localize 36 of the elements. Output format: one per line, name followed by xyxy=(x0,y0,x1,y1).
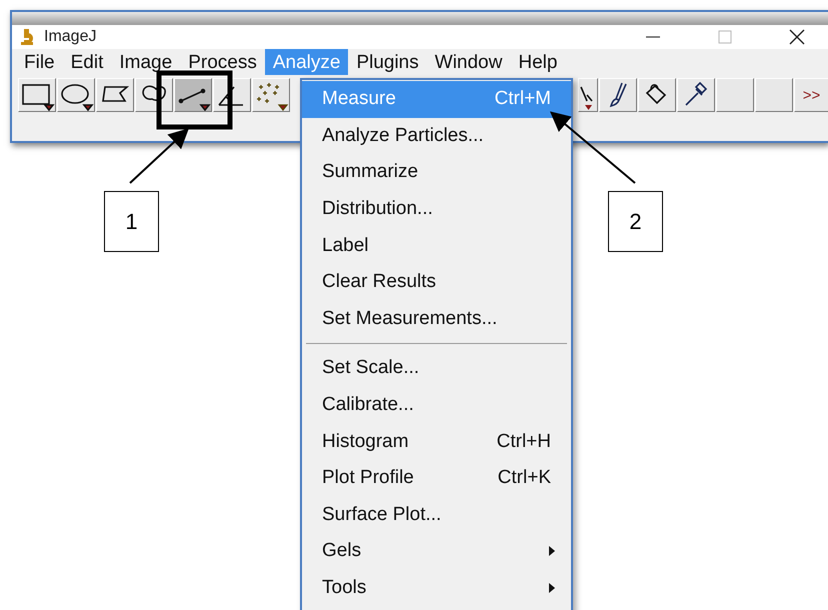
menu-option[interactable]: Set Measurements... xyxy=(302,300,571,338)
tool-button[interactable] xyxy=(599,78,637,112)
menu-item[interactable]: Image xyxy=(111,49,180,75)
menu-option[interactable]: Gels xyxy=(302,533,571,570)
menu-option[interactable]: Label xyxy=(302,227,571,264)
tool-button[interactable] xyxy=(638,78,676,112)
menu-item[interactable]: Help xyxy=(510,49,566,75)
tool-button[interactable] xyxy=(252,78,290,112)
tool-button[interactable] xyxy=(18,78,56,112)
menu-option[interactable]: Distribution... xyxy=(302,190,571,228)
microscope-icon xyxy=(20,29,34,45)
menu-option[interactable]: Clear Results xyxy=(302,264,571,301)
tool-button[interactable] xyxy=(57,78,95,112)
close-icon[interactable] xyxy=(789,29,805,45)
menu-item[interactable]: File xyxy=(16,49,63,75)
window-title: ImageJ xyxy=(44,28,98,46)
tool-button[interactable] xyxy=(174,78,212,112)
menu-option[interactable]: Summarize xyxy=(302,154,571,191)
menu-item[interactable]: Window xyxy=(426,49,510,75)
menu-option[interactable]: Histogram Ctrl+H xyxy=(302,423,571,460)
tool-button[interactable] xyxy=(578,78,598,112)
callout-label: 1 xyxy=(104,191,159,252)
menu-option[interactable]: Tools xyxy=(302,570,571,606)
menu-option[interactable]: Set Scale... xyxy=(302,350,571,387)
tool-button[interactable] xyxy=(96,78,134,112)
callout-label: 2 xyxy=(608,191,663,252)
menu-item[interactable]: Plugins xyxy=(348,49,427,75)
arrow xyxy=(129,128,189,184)
menu-option[interactable]: Analyze Particles... xyxy=(302,118,571,154)
menu-option[interactable]: Plot Profile Ctrl+K xyxy=(302,460,571,497)
menu-item[interactable]: Process xyxy=(180,49,265,75)
tool-button[interactable] xyxy=(677,78,715,112)
more-tools-button[interactable]: >> xyxy=(794,78,828,112)
menu-item[interactable]: Edit xyxy=(62,49,112,75)
menu-option[interactable]: Surface Plot... xyxy=(302,496,571,534)
menu-option[interactable]: Calibrate... xyxy=(302,386,571,424)
